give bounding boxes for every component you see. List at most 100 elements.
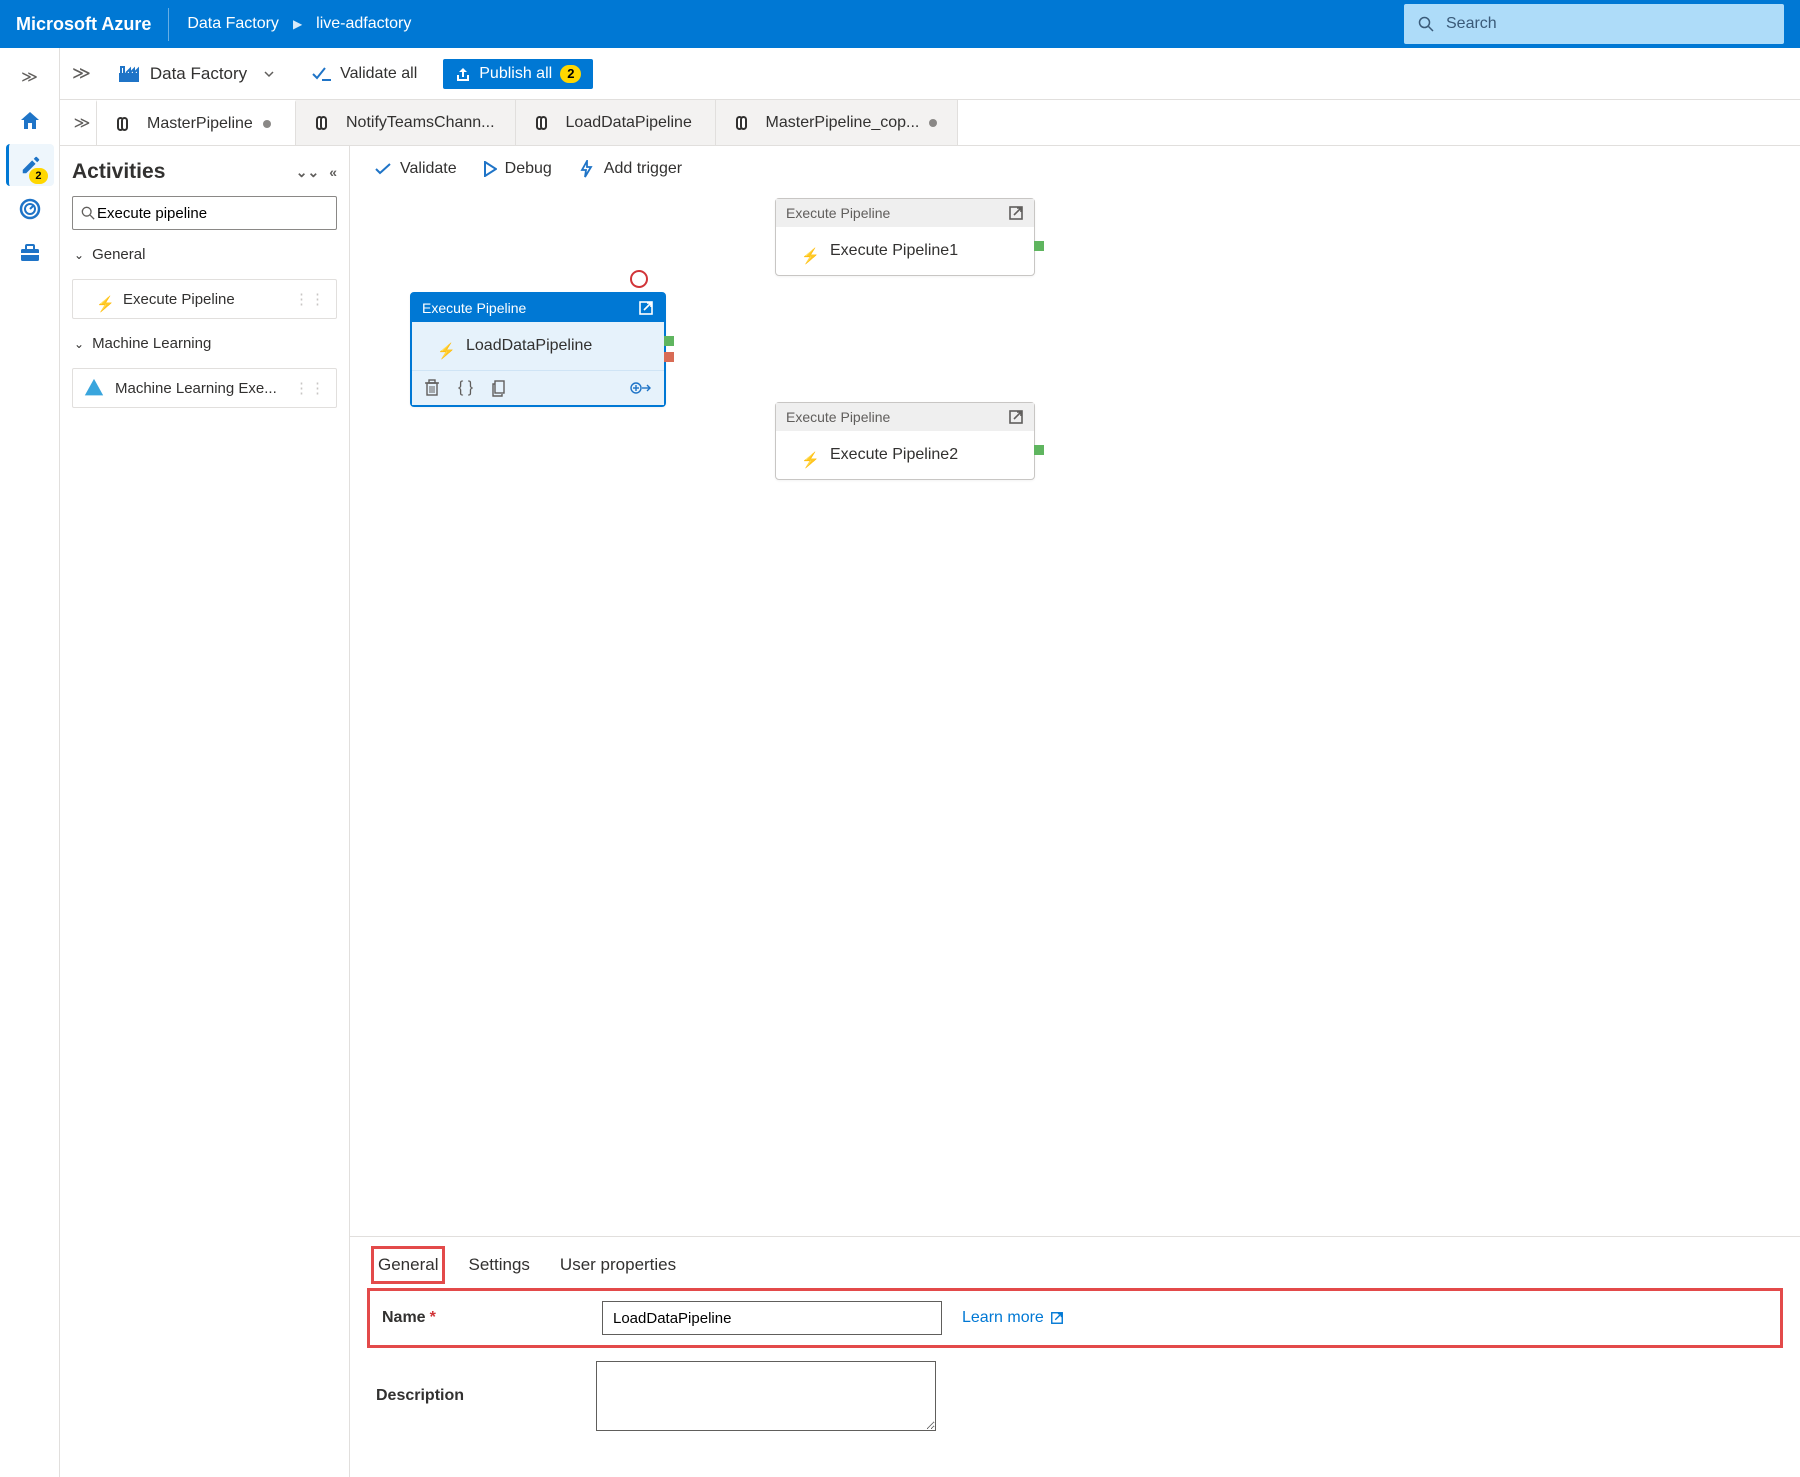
rail-manage-button[interactable] [6,232,54,274]
trash-icon[interactable] [424,379,440,397]
tab-label: LoadDataPipeline [566,114,692,132]
activities-search[interactable] [72,196,337,230]
azure-top-bar: Microsoft Azure Data Factory ▶ live-adfa… [0,0,1800,48]
open-external-icon[interactable] [1008,205,1024,221]
search-icon [1418,16,1434,32]
open-external-icon[interactable] [638,300,654,316]
global-search[interactable] [1404,4,1784,44]
activities-search-input[interactable] [95,204,328,223]
execute-pipeline-icon: ⚡ [424,334,454,358]
validate-all-button[interactable]: Validate all [302,59,427,89]
pipeline-icon [117,117,137,131]
publish-count-badge: 2 [560,65,581,83]
canvas-toolbar: Validate Debug Add trigger [350,146,1800,192]
dirty-indicator-icon [929,119,937,127]
factory-icon [118,65,140,83]
pipeline-canvas[interactable]: Execute Pipeline ⚡ LoadDataPipeline { } [350,192,1800,1236]
node-loaddata[interactable]: Execute Pipeline ⚡ LoadDataPipeline { } [410,292,666,407]
tabs-expand-button[interactable]: ≫ [68,100,96,145]
chevron-down-icon: ⌄ [74,248,84,262]
validate-button[interactable]: Validate [374,160,457,178]
properties-tab-general[interactable]: General [376,1251,440,1279]
rail-home-button[interactable] [6,100,54,142]
panel-collapse-icon[interactable]: « [329,164,337,181]
properties-tab-settings[interactable]: Settings [466,1251,531,1279]
rail-author-button[interactable]: 2 [6,144,54,186]
toolbar-expand-button[interactable]: ≫ [72,63,91,84]
pipeline-icon [736,116,756,130]
home-icon [18,109,42,133]
add-trigger-label: Add trigger [604,160,682,178]
tab-mastercopy[interactable]: MasterPipeline_cop... [716,100,959,145]
success-port[interactable] [1034,241,1044,251]
description-input[interactable] [596,1361,936,1431]
success-port[interactable] [664,336,674,346]
toolbox-icon [18,241,42,265]
main-toolbar: ≫ Data Factory Validate all Publish all … [60,48,1800,100]
learn-more-label: Learn more [962,1309,1044,1327]
chevron-double-right-icon: ≫ [21,67,38,87]
validation-error-icon[interactable] [630,270,648,288]
tab-loaddata[interactable]: LoadDataPipeline [516,100,716,145]
tab-masterpipeline[interactable]: MasterPipeline [96,100,296,145]
upload-icon [455,66,471,82]
node-execute2[interactable]: Execute Pipeline ⚡ Execute Pipeline2 [775,402,1035,480]
editor-tabs: ≫ MasterPipeline NotifyTeamsChann... Loa… [60,100,1800,146]
publish-all-button[interactable]: Publish all 2 [443,59,593,89]
name-row: Name* Learn more [376,1297,1774,1339]
breadcrumb: Data Factory ▶ live-adfactory [187,15,411,33]
add-output-icon[interactable] [630,380,652,396]
open-external-icon [1050,1311,1064,1325]
trigger-icon [578,160,596,178]
drag-handle-icon[interactable]: ⋮⋮ [294,379,326,397]
validate-all-label: Validate all [340,65,417,83]
rail-author-badge: 2 [29,168,47,184]
description-row: Description [376,1361,1774,1431]
debug-label: Debug [505,160,552,178]
check-all-icon [312,66,332,82]
azure-brand[interactable]: Microsoft Azure [16,14,169,35]
rail-monitor-button[interactable] [6,188,54,230]
activity-execute-pipeline[interactable]: ⚡ Execute Pipeline ⋮⋮ [72,279,337,319]
category-general-label: General [92,246,145,263]
category-general[interactable]: ⌄ General [72,242,337,267]
learn-more-link[interactable]: Learn more [962,1309,1064,1327]
node-action-bar: { } [412,370,664,405]
breadcrumb-service[interactable]: Data Factory [187,15,279,33]
node-body-label: Execute Pipeline2 [830,446,958,464]
failure-port[interactable] [664,352,674,362]
node-head-label: Execute Pipeline [422,300,526,316]
global-search-input[interactable] [1444,14,1770,34]
activity-ml-execute[interactable]: Machine Learning Exe... ⋮⋮ [72,368,337,408]
rail-expand-button[interactable]: ≫ [6,56,54,98]
drag-handle-icon[interactable]: ⋮⋮ [294,290,326,308]
breadcrumb-resource[interactable]: live-adfactory [316,15,411,33]
play-icon [483,161,497,177]
tab-notifyteams[interactable]: NotifyTeamsChann... [296,100,516,145]
name-label: Name* [382,1309,582,1327]
tab-label: MasterPipeline_cop... [766,114,920,132]
debug-button[interactable]: Debug [483,160,552,178]
activity-label: Machine Learning Exe... [115,380,277,397]
braces-icon[interactable]: { } [458,379,473,397]
publish-all-label: Publish all [479,65,552,83]
description-label: Description [376,1387,576,1405]
gauge-icon [18,197,42,221]
activities-heading-label: Activities [72,160,165,184]
service-dropdown[interactable]: Data Factory [107,59,286,89]
properties-tabs: General Settings User properties [376,1251,1774,1279]
node-head-label: Execute Pipeline [786,409,890,425]
collapse-all-icon[interactable]: ⌄⌄ [296,164,319,181]
name-input[interactable] [602,1301,942,1335]
open-external-icon[interactable] [1008,409,1024,425]
node-execute1[interactable]: Execute Pipeline ⚡ Execute Pipeline1 [775,198,1035,276]
tab-label: NotifyTeamsChann... [346,114,495,132]
chevron-down-icon: ⌄ [74,337,84,351]
add-trigger-button[interactable]: Add trigger [578,160,682,178]
success-port[interactable] [1034,445,1044,455]
left-rail: ≫ 2 [0,48,60,1477]
properties-tab-user[interactable]: User properties [558,1251,678,1279]
category-ml[interactable]: ⌄ Machine Learning [72,331,337,356]
copy-icon[interactable] [491,379,507,397]
search-icon [81,206,95,220]
